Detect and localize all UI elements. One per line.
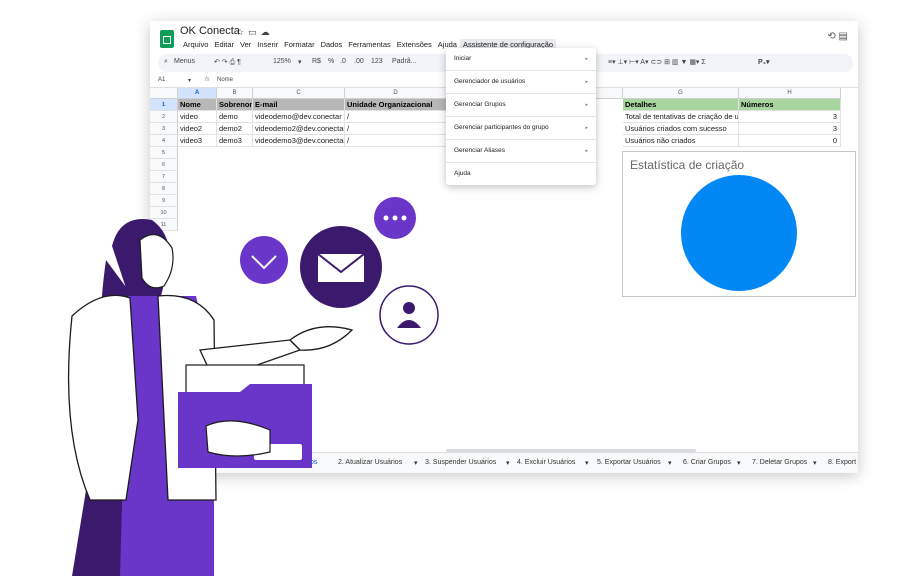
user-icon: [379, 285, 439, 345]
woman-illustration: [67, 197, 439, 576]
more-icon: [374, 197, 416, 239]
chevron-down-icon: [240, 236, 288, 284]
mail-icon: [300, 226, 382, 308]
folder-icon: [178, 364, 312, 468]
